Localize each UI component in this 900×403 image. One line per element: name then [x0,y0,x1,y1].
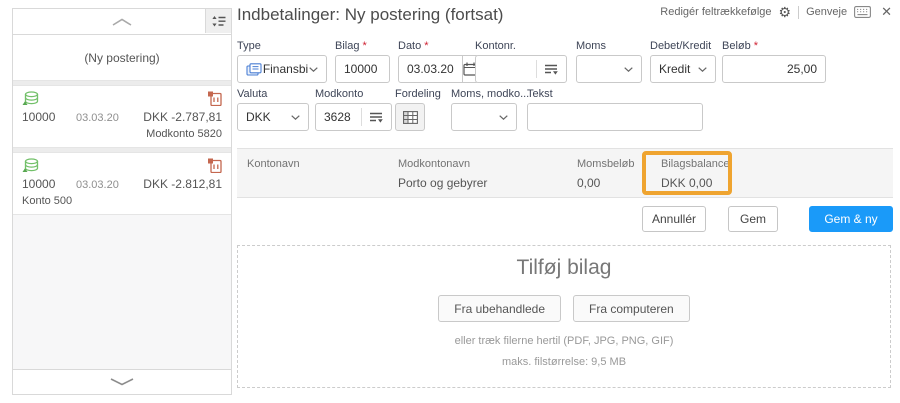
edit-field-order-link[interactable]: Redigér feltrækkefølge [660,6,771,18]
sort-icon [211,15,225,26]
entry-number: 10000 [22,110,56,124]
valuta-select[interactable]: DKK [237,103,309,131]
cash-icon [22,158,39,172]
save-button[interactable]: Gem [728,206,778,232]
lookup-list-icon[interactable] [544,64,558,75]
type-value: Finansbi [262,62,309,76]
list-item-new-posting[interactable]: (Ny postering) [13,35,231,81]
chevron-down-icon [291,114,300,120]
kontonr-input[interactable] [475,55,567,83]
lookup-list-icon[interactable] [369,112,383,123]
modkonto-input[interactable]: 3628 [315,103,392,131]
entry-list-item[interactable]: 10000 03.03.20 DKK -2.812,81 Konto 500 [13,153,231,215]
bilag-input[interactable]: 10000 [335,55,390,83]
cash-icon [22,91,39,105]
entry-note: Modkonto 5820 [146,128,222,140]
entry-number: 10000 [22,177,56,191]
sidebar-scroll-up-button[interactable] [13,9,231,35]
from-pending-button[interactable]: Fra ubehandlede [438,295,562,322]
dato-label: Dato * [398,40,429,52]
max-size-text: maks. filstørrelse: 9,5 MB [501,356,627,368]
entry-note: Konto 500 [22,195,73,207]
action-buttons-row: Annullér Gem Gem & ny [237,206,893,232]
sidebar-scroll-down-button[interactable] [13,369,231,394]
upload-dropzone[interactable]: Tilføj bilag Fra ubehandlede Fra compute… [237,245,891,388]
modkontonavn-value: Porto og gebyrer [398,176,488,190]
field-divider [536,60,537,78]
entries-sidebar: (Ny postering) 10000 03.03.20 DKK -2.787… [12,8,232,395]
modkonto-value: 3628 [324,110,351,124]
moms-label: Moms [576,40,606,52]
chevron-down-icon [309,66,318,72]
bilagsbalance-label: Bilagsbalance [661,158,730,170]
entry-list-item[interactable]: 10000 03.03.20 DKK -2.787,81 Modkonto 58… [13,86,231,148]
entry-amount: DKK -2.787,81 [143,110,222,124]
voucher-icon [208,158,222,173]
valuta-label: Valuta [237,88,268,100]
type-label: Type [237,40,261,52]
chevron-down-icon [624,66,633,72]
main-panel: Redigér feltrækkefølge ⚙ Genveje ✕ Indbe… [237,0,893,403]
summary-strip: Kontonavn Modkontonavn Porto og gebyrer … [237,148,893,198]
valuta-value: DKK [246,110,271,124]
modkonto-label: Modkonto [315,88,364,100]
chevron-down-icon [698,66,707,72]
close-icon[interactable]: ✕ [881,4,892,20]
moms-modkonto-select[interactable] [451,103,517,131]
save-and-new-button[interactable]: Gem & ny [809,206,893,232]
sidebar-empty-area [13,215,231,369]
bilag-value: 10000 [344,62,378,76]
from-computer-button[interactable]: Fra computeren [573,295,690,322]
app-window: (Ny postering) 10000 03.03.20 DKK -2.787… [0,0,900,403]
field-divider [361,108,362,126]
kontonr-label: Kontonr. [475,40,516,52]
voucher-icon [208,91,222,106]
chevron-up-icon [112,18,132,26]
upload-title: Tilføj bilag [516,256,612,279]
modkontonavn-label: Modkontonavn [398,158,471,170]
momsbeloeb-value: 0,00 [577,176,601,190]
dato-value: 03.03.20 [407,62,454,76]
debet-kredit-select[interactable]: Kredit [650,55,716,83]
drag-hint-text: eller træk filerne hertil (PDF, JPG, PNG… [454,335,674,347]
tekst-input[interactable] [527,103,703,131]
moms-modkonto-label: Moms, modko... [451,88,530,100]
finance-voucher-icon [246,62,262,76]
kontonavn-label: Kontonavn [247,158,300,170]
type-select[interactable]: Finansbi [237,55,327,83]
beloeb-input[interactable]: 25,00 [722,55,826,83]
debet-kredit-label: Debet/Kredit [650,40,712,52]
new-posting-label: (Ny postering) [84,50,160,65]
tekst-label: Tekst [527,88,553,100]
debet-kredit-value: Kredit [659,62,691,76]
fordeling-button[interactable] [395,103,425,131]
window-toolbar: Redigér feltrækkefølge ⚙ Genveje ✕ [660,4,892,20]
entry-amount: DKK -2.812,81 [143,177,222,191]
sort-entries-button[interactable] [205,9,231,33]
page-title: Indbetalinger: Ny postering (fortsat) [237,5,504,24]
bilagsbalance-value: DKK 0,00 [661,176,713,190]
bilag-label: Bilag * [335,40,367,52]
beloeb-value: 25,00 [786,62,817,76]
chevron-down-icon [499,114,508,120]
moms-select[interactable] [576,55,642,83]
beloeb-label: Beløb * [722,40,759,52]
entry-date: 03.03.20 [76,179,119,191]
chevron-down-icon [110,378,134,386]
dato-input[interactable]: 03.03.20 [398,55,463,83]
distribution-table-icon [402,110,418,124]
fordeling-label: Fordeling [395,88,441,100]
shortcuts-link[interactable]: Genveje [806,6,847,18]
toolbar-divider [798,5,800,19]
keyboard-icon [854,6,872,18]
cancel-button[interactable]: Annullér [642,206,706,232]
gear-icon[interactable]: ⚙ [779,5,792,19]
momsbeloeb-label: Momsbeløb [577,158,635,170]
entry-date: 03.03.20 [76,112,119,124]
